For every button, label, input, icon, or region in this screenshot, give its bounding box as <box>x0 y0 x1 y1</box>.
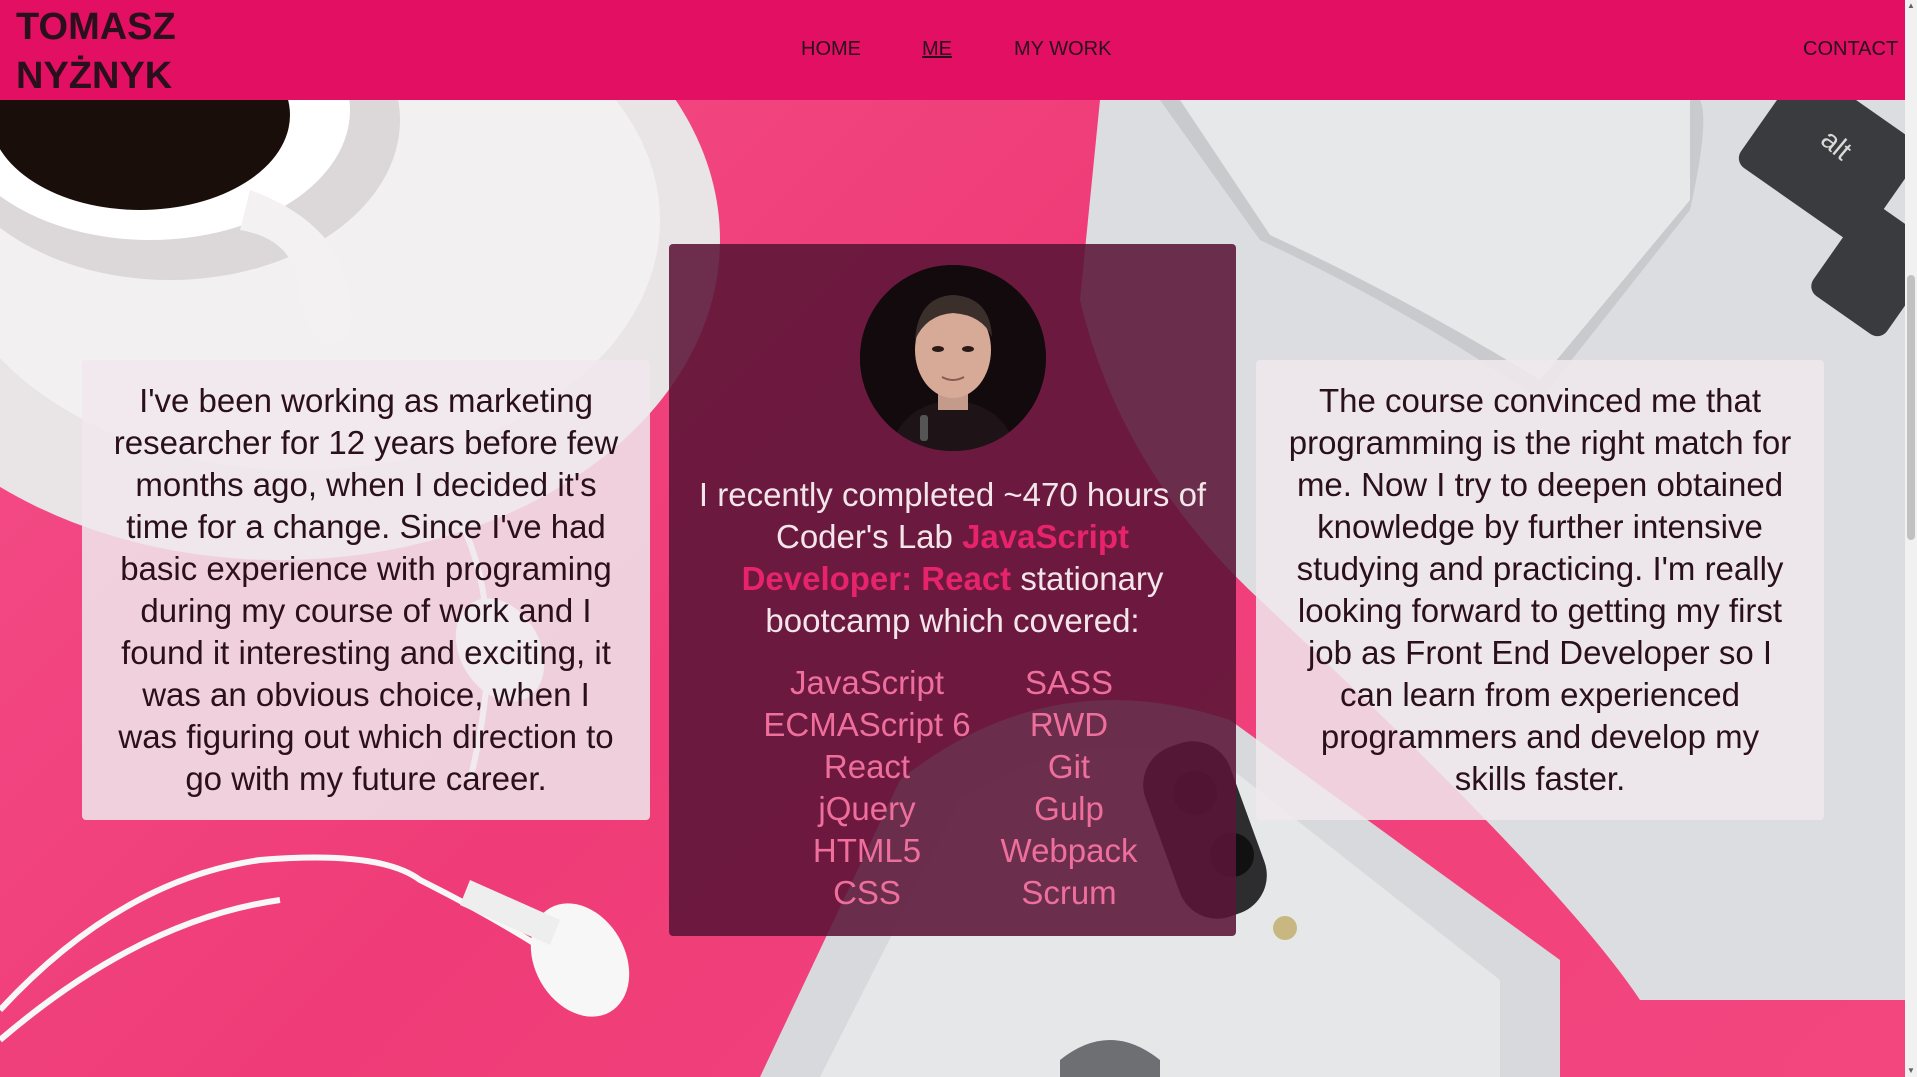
scrollbar-thumb[interactable] <box>1907 275 1915 540</box>
site-logo[interactable]: TOMASZ NYŻNYK <box>16 3 176 101</box>
intro-text-start: I recently completed ~470 hours of Coder… <box>698 476 1207 555</box>
nav-me-link[interactable]: ME <box>922 38 952 61</box>
logo-first-name: TOMASZ <box>16 6 176 48</box>
site-header: TOMASZ NYŻNYK HOME ME MY WORK CONTACT <box>0 0 1905 100</box>
skill-item: Gulp <box>1034 790 1104 827</box>
page-scrollbar[interactable]: ▲ ▼ <box>1905 0 1917 1077</box>
profile-photo-illustration <box>860 265 1046 451</box>
skills-list-left: JavaScript ECMAScript 6 React jQuery HTM… <box>737 662 997 914</box>
logo-last-name: NYŻNYK <box>16 55 173 97</box>
left-about-text: I've been working as marketing researche… <box>113 382 619 797</box>
skill-item: React <box>823 748 911 785</box>
skill-item: Webpack <box>1000 832 1138 869</box>
skill-item: ECMAScript 6 <box>763 706 971 743</box>
scroll-up-arrow-icon[interactable]: ▲ <box>1907 1 1915 11</box>
skill-item: HTML5 <box>812 832 922 869</box>
skill-item: Git <box>1047 748 1091 785</box>
skill-item: RWD <box>1029 706 1109 743</box>
profile-photo <box>860 265 1046 451</box>
right-about-card: The course convinced me that programming… <box>1256 360 1824 820</box>
skill-item: jQuery <box>818 790 916 827</box>
skill-item: SASS <box>1024 664 1114 701</box>
nav-contact-link[interactable]: CONTACT <box>1803 38 1898 61</box>
skill-item: Scrum <box>1021 874 1117 911</box>
center-bootcamp-card: I recently completed ~470 hours of Coder… <box>669 244 1236 936</box>
right-about-text: The course convinced me that programming… <box>1288 382 1792 797</box>
left-about-card: I've been working as marketing researche… <box>82 360 650 820</box>
nav-my-work-link[interactable]: MY WORK <box>1014 38 1111 61</box>
skill-item: JavaScript <box>789 664 945 701</box>
skill-item: CSS <box>833 874 901 911</box>
bootcamp-intro-text: I recently completed ~470 hours of Coder… <box>689 474 1216 642</box>
scroll-down-arrow-icon[interactable]: ▼ <box>1907 1066 1915 1076</box>
skills-list-right: SASS RWD Git Gulp Webpack Scrum <box>969 662 1169 914</box>
nav-home-link[interactable]: HOME <box>801 38 861 61</box>
